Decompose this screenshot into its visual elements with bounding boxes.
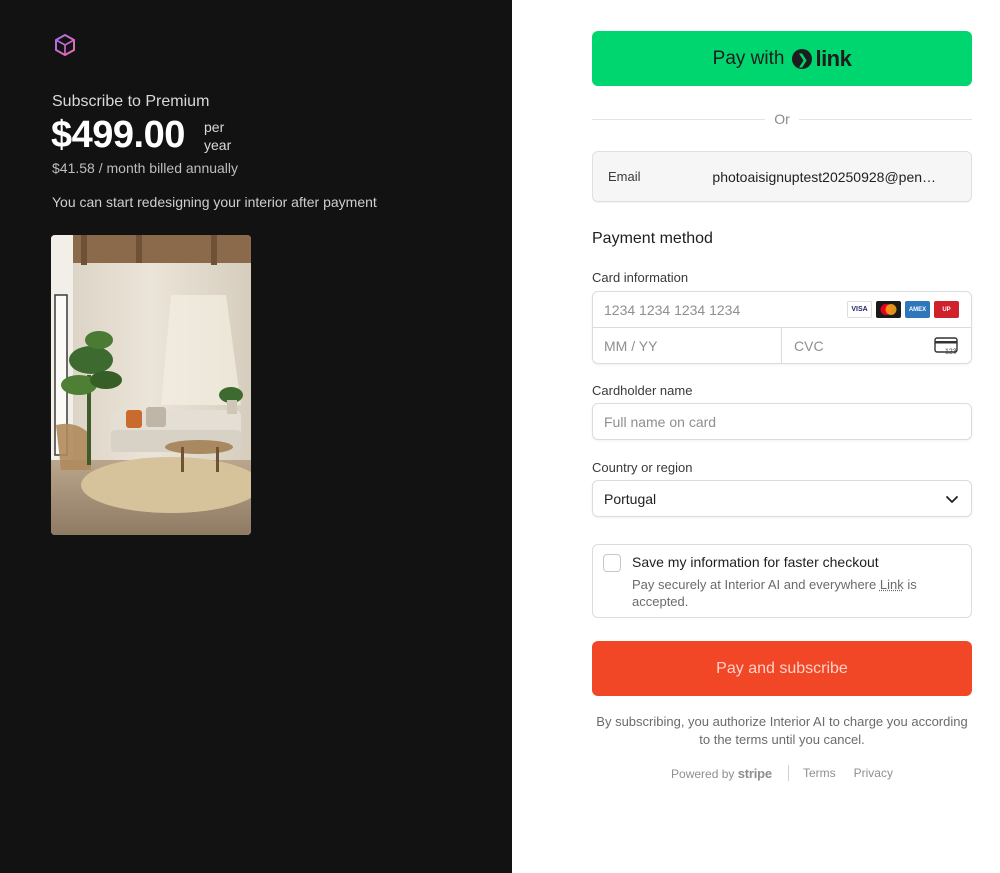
or-divider: Or xyxy=(592,110,972,128)
email-field[interactable]: Email photoaisignuptest20250928@pen… xyxy=(592,151,972,202)
visa-icon: VISA xyxy=(847,301,872,318)
link-info-link[interactable]: Link xyxy=(880,577,904,592)
price-amount: $499.00 xyxy=(51,114,185,156)
payment-info-text: You can start redesigning your interior … xyxy=(52,194,377,210)
email-label: Email xyxy=(608,169,641,184)
footer-separator xyxy=(787,765,789,781)
subscription-title: Subscribe to Premium xyxy=(52,93,210,110)
save-info-description: Pay securely at Interior AI and everywhe… xyxy=(632,576,952,610)
unionpay-icon: UP xyxy=(934,301,959,318)
card-information-label: Card information xyxy=(592,270,689,285)
link-brand-text: link xyxy=(815,45,852,71)
divider-line-left xyxy=(592,118,766,120)
stripe-logo: stripe xyxy=(737,765,772,781)
save-desc-text: Pay securely at Interior AI and everywhe… xyxy=(632,577,880,592)
save-info-title: Save my information for faster checkout xyxy=(632,554,879,570)
cvc-input[interactable]: CVC 123 xyxy=(782,328,971,364)
checkout-panel: Pay with ❯ link Or Email photoaisignupte… xyxy=(512,0,1000,873)
country-label: Country or region xyxy=(592,460,693,475)
pay-with-label: Pay with xyxy=(712,47,785,69)
chevron-down-icon xyxy=(946,496,958,503)
card-brands: VISA AMEX UP xyxy=(847,301,959,318)
mastercard-icon xyxy=(876,301,901,318)
or-text: Or xyxy=(774,111,790,127)
country-value: Portugal xyxy=(604,490,657,507)
authorization-text: By subscribing, you authorize Interior A… xyxy=(596,714,968,747)
save-info-checkbox[interactable] xyxy=(603,554,621,572)
cardholder-name-label: Cardholder name xyxy=(592,383,693,398)
link-logo: ❯ link xyxy=(792,45,852,72)
expiry-input[interactable]: MM / YY xyxy=(593,328,782,364)
powered-by-stripe[interactable]: Powered by stripe xyxy=(671,766,772,781)
card-information-group: 1234 1234 1234 1234 VISA AMEX UP MM / YY… xyxy=(592,291,972,364)
email-value: photoaisignuptest20250928@pen… xyxy=(712,168,937,185)
divider-line-right xyxy=(798,118,972,120)
privacy-link[interactable]: Privacy xyxy=(854,766,893,780)
cvc-placeholder: CVC xyxy=(794,338,824,354)
interior-preview-image xyxy=(51,235,251,535)
link-arrow-icon: ❯ xyxy=(792,48,813,69)
amex-icon: AMEX xyxy=(905,301,930,318)
card-number-input[interactable]: 1234 1234 1234 1234 VISA AMEX UP xyxy=(593,292,971,328)
terms-link[interactable]: Terms xyxy=(803,766,836,780)
payment-method-title: Payment method xyxy=(592,230,713,247)
pay-with-link-button[interactable]: Pay with ❯ link xyxy=(592,31,972,86)
country-select[interactable]: Portugal xyxy=(592,480,972,517)
cardholder-placeholder: Full name on card xyxy=(604,413,717,430)
pay-and-subscribe-button[interactable]: Pay and subscribe xyxy=(592,641,972,696)
save-info-option[interactable]: Save my information for faster checkout … xyxy=(592,544,972,618)
monthly-billing-note: $41.58 / month billed annually xyxy=(52,160,239,176)
cvc-card-icon: 123 xyxy=(934,337,958,356)
order-summary-panel: Subscribe to Premium $499.00 per year $4… xyxy=(0,0,512,873)
price-period: per year xyxy=(204,119,232,153)
footer: Powered by stripe Terms Privacy xyxy=(592,765,972,781)
card-number-placeholder: 1234 1234 1234 1234 xyxy=(604,301,741,318)
cube-logo-icon xyxy=(55,34,75,56)
powered-by-label: Powered by xyxy=(671,766,735,781)
cardholder-name-input[interactable]: Full name on card xyxy=(592,403,972,440)
expiry-placeholder: MM / YY xyxy=(604,338,658,354)
svg-text:123: 123 xyxy=(945,349,957,356)
